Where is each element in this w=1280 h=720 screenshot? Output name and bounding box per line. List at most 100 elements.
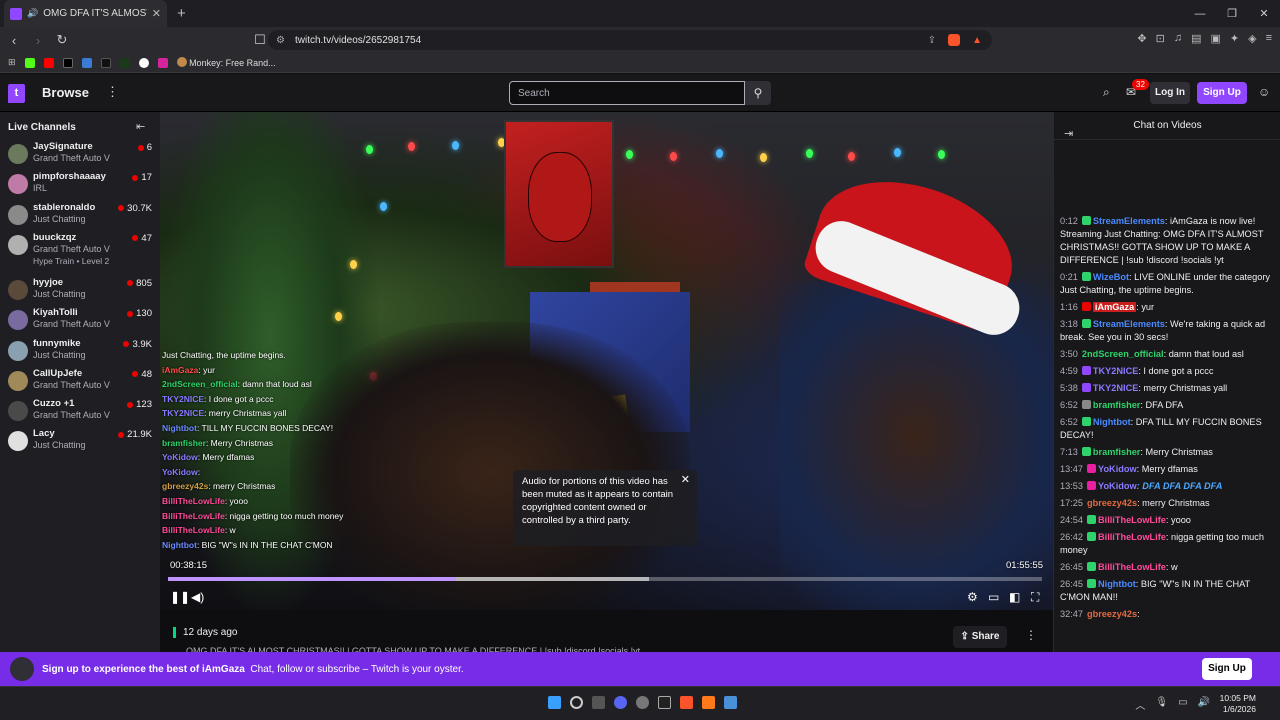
chat-timestamp[interactable]: 0:21	[1060, 272, 1078, 282]
chat-timestamp[interactable]: 26:45	[1060, 562, 1083, 572]
discord-icon[interactable]	[614, 696, 627, 709]
chat-timestamp[interactable]: 17:25	[1060, 498, 1083, 508]
sidebar-channel[interactable]: funnymike Just Chatting 3.9K	[0, 337, 160, 367]
instagram-bookmark-icon[interactable]	[157, 57, 168, 68]
chat-timestamp[interactable]: 3:50	[1060, 349, 1078, 359]
brave-rewards-icon[interactable]: ▲	[972, 35, 982, 46]
chat-username[interactable]: 2ndScreen_official	[1082, 349, 1164, 359]
app-icon[interactable]	[724, 696, 737, 709]
search-input[interactable]: Search	[509, 81, 745, 105]
browser-tab[interactable]: 🔊 OMG DFA IT'S ALMOST CH ✕	[4, 0, 167, 27]
chat-timestamp[interactable]: 5:38	[1060, 383, 1078, 393]
chat-username[interactable]: Nightbot	[1093, 417, 1131, 427]
chat-username[interactable]: gbreezy42s	[1087, 609, 1137, 619]
chat-username[interactable]: TKY2NICE	[1093, 383, 1138, 393]
pause-button[interactable]: ❚❚	[170, 590, 190, 604]
share-page-icon[interactable]: ⇪	[928, 35, 936, 46]
volume-icon[interactable]: ◀)	[191, 590, 204, 604]
minimize-icon[interactable]: —	[1184, 0, 1216, 27]
forward-icon[interactable]: ›	[28, 33, 48, 48]
chat-timestamp[interactable]: 0:12	[1060, 216, 1078, 226]
back-icon[interactable]: ‹	[4, 33, 24, 48]
chat-timestamp[interactable]: 13:47	[1060, 464, 1083, 474]
settings-app-icon[interactable]	[636, 696, 649, 709]
sidebar-channel[interactable]: pimpforshaaaay IRL 17	[0, 170, 160, 200]
chat-timestamp[interactable]: 6:52	[1060, 417, 1078, 427]
bookmark-icon[interactable]: ☐	[250, 32, 270, 48]
close-window-icon[interactable]: ✕	[1248, 0, 1280, 27]
capcut-icon[interactable]	[658, 696, 671, 709]
settings-icon[interactable]: ⚙	[967, 590, 978, 604]
h-bookmark-icon[interactable]	[119, 57, 130, 68]
threads-bookmark-icon[interactable]	[138, 57, 149, 68]
share-button[interactable]: ⇪ Share	[953, 626, 1007, 648]
prime-loot-icon[interactable]: ⌕	[1103, 85, 1110, 100]
shield-bookmark-icon[interactable]	[81, 57, 92, 68]
collapse-sidebar-icon[interactable]: ⇤	[136, 120, 145, 133]
video-more-icon[interactable]: ⋮	[1025, 628, 1037, 642]
chat-username[interactable]: YoKidow	[1098, 481, 1137, 491]
chat-username[interactable]: StreamElements	[1093, 216, 1165, 226]
pip-icon[interactable]: ◧	[1009, 590, 1020, 604]
fullscreen-icon[interactable]: ⛶	[1031, 590, 1039, 605]
sidebar-channel[interactable]: CallUpJefe Grand Theft Auto V 48	[0, 367, 160, 397]
monkey-bookmark[interactable]: Monkey: Free Rand...	[176, 57, 276, 68]
chat-timestamp[interactable]: 7:13	[1060, 447, 1078, 457]
vpn-icon[interactable]: ◈	[1248, 32, 1256, 45]
tiktok-bookmark-icon[interactable]	[100, 57, 111, 68]
tray-chevron-icon[interactable]: ︿	[1135, 697, 1145, 712]
network-icon[interactable]: ▭	[1178, 697, 1187, 712]
chat-username[interactable]: bramfisher	[1093, 400, 1141, 410]
menu-icon[interactable]: ≡	[1266, 32, 1272, 45]
chat-timestamp[interactable]: 1:16	[1060, 302, 1078, 312]
new-tab-button[interactable]: +	[177, 5, 186, 22]
apps-icon[interactable]: ⊞	[8, 57, 16, 68]
theatre-mode-icon[interactable]: ▭	[988, 590, 999, 604]
chat-timestamp[interactable]: 4:59	[1060, 366, 1078, 376]
chat-timestamp[interactable]: 26:45	[1060, 579, 1083, 589]
reload-icon[interactable]: ↻	[52, 32, 72, 48]
sound-icon[interactable]: 🔊	[1198, 697, 1210, 712]
sidebar-channel[interactable]: hyyjoe Just Chatting 805	[0, 276, 160, 306]
taskbar-search-icon[interactable]	[570, 696, 583, 709]
close-notice-icon[interactable]: ✕	[681, 474, 690, 487]
chat-username[interactable]: BilliTheLowLife	[1098, 532, 1166, 542]
kick-bookmark-icon[interactable]	[24, 57, 35, 68]
chat-username[interactable]: TKY2NICE	[1093, 366, 1138, 376]
sidebar-channel[interactable]: stableronaldo Just Chatting 30.7K	[0, 201, 160, 231]
screenshot-icon[interactable]: ⊡	[1156, 32, 1165, 45]
seek-bar[interactable]	[168, 577, 1042, 581]
collapse-chat-icon[interactable]: ⇥	[1064, 120, 1073, 148]
video-player[interactable]: Just Chatting, the uptime begins. iAmGaza…	[160, 112, 1053, 610]
more-menu-icon[interactable]: ⋮	[106, 84, 119, 100]
clock[interactable]: 10:05 PM 1/6/2026	[1220, 693, 1256, 715]
task-view-icon[interactable]	[592, 696, 605, 709]
chat-timestamp[interactable]: 3:18	[1060, 319, 1078, 329]
sidebar-channel[interactable]: JaySignature Grand Theft Auto V 6	[0, 140, 160, 170]
sidebar-channel[interactable]: KiyahTolli Grand Theft Auto V 130	[0, 306, 160, 336]
office-icon[interactable]	[702, 696, 715, 709]
chat-username[interactable]: Nightbot	[1098, 579, 1136, 589]
wallet-icon[interactable]: ▣	[1210, 32, 1220, 45]
user-icon[interactable]: ☺	[1258, 85, 1270, 99]
search-button[interactable]: ⚲	[745, 81, 771, 105]
chat-username[interactable]: bramfisher	[1093, 447, 1141, 457]
chat-username[interactable]: StreamElements	[1093, 319, 1165, 329]
log-in-button[interactable]: Log In	[1150, 82, 1190, 104]
chat-username[interactable]: YoKidow	[1098, 464, 1137, 474]
brave-shields-icon[interactable]	[948, 34, 961, 46]
x-bookmark-icon[interactable]	[62, 57, 73, 68]
chat-username[interactable]: BilliTheLowLife	[1098, 562, 1166, 572]
chat-timestamp[interactable]: 6:52	[1060, 400, 1078, 410]
chat-timestamp[interactable]: 13:53	[1060, 481, 1083, 491]
extensions-icon[interactable]: ✥	[1137, 32, 1146, 45]
chat-timestamp[interactable]: 32:47	[1060, 609, 1083, 619]
chat-username[interactable]: WizeBot	[1093, 272, 1129, 282]
chat-timestamp[interactable]: 24:54	[1060, 515, 1083, 525]
chat-username[interactable]: gbreezy42s	[1087, 498, 1137, 508]
twitch-logo-icon[interactable]: t	[8, 84, 25, 103]
sidebar-icon[interactable]: ▤	[1191, 32, 1201, 45]
chat-timestamp[interactable]: 26:42	[1060, 532, 1083, 542]
sidebar-channel[interactable]: Cuzzo +1 Grand Theft Auto V 123	[0, 397, 160, 427]
banner-sign-up-button[interactable]: Sign Up	[1202, 658, 1252, 680]
